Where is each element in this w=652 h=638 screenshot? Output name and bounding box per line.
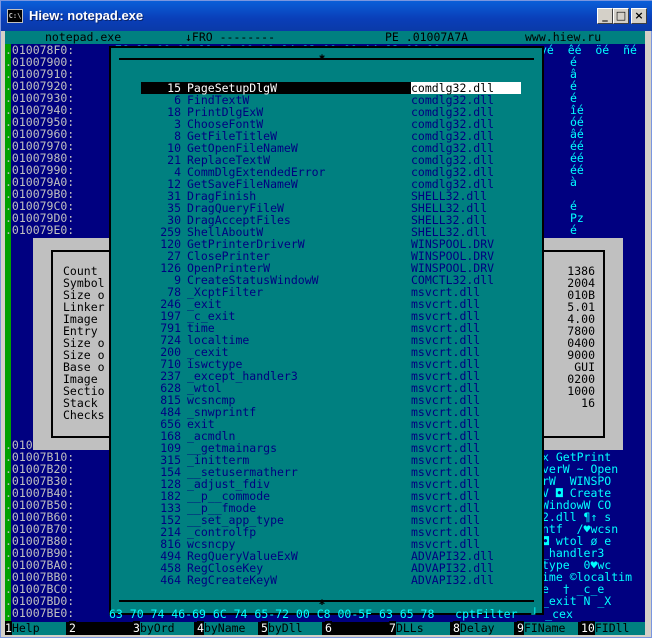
fkey-number: 5 [261,621,268,635]
fkey-number: 2 [69,621,76,635]
row-text: vé êé öé ñé [540,43,637,57]
fkey-label: byName [203,622,258,635]
import-name: _c_exit [187,309,236,323]
fkey-3[interactable]: 3byOrd [133,621,194,635]
import-row[interactable]: 464 RegCreateKeyW ADVAPI32.dll [141,574,521,586]
fkey-4[interactable]: 4byName [197,621,258,635]
fkey-number: 7 [389,621,396,635]
fkey-number: 8 [453,621,460,635]
fkey-number: 1 [5,621,12,635]
console-app-icon: C:\ [7,9,23,23]
import-name: RegCreateKeyW [187,573,278,587]
row-text: _exit N _X [542,594,612,608]
row-address: .010079E0: [5,223,75,237]
fkey-number: 9 [517,621,524,635]
maximize-button[interactable]: □ [613,8,629,24]
fkey-2[interactable]: 2 [69,621,130,635]
fkey-label: Help [11,622,66,635]
bottom-hex-row: 63 70 74 46-69 6C 74 65-72 00 C8 00-5F 6… [109,607,573,621]
info-label: Checks [63,408,105,422]
fkey-9[interactable]: 9FIName [517,621,578,635]
imports-dialog[interactable]: ✱ ✱ 15 PageSetupDlgW comdlg32.dll 6 FindText… [109,46,544,615]
fkey-label: FIDll [594,622,645,635]
row-address: .01007BE0: [5,606,75,620]
row-text: à [570,175,577,189]
import-dll: ADVAPI32.dll [411,573,495,587]
fkey-label: byDll [267,622,322,635]
fkey-label: FIName [523,622,578,635]
function-key-bar: 1Help 2 3byOrd 4byName 5byDll 6 7DLLs 8Delay 9FI… [5,621,645,635]
info-value: 16 [581,396,595,410]
fkey-5[interactable]: 5byDll [261,621,322,635]
fkey-label: DLLs [395,622,450,635]
minimize-button[interactable]: _ [597,8,613,24]
fkey-number: 6 [325,621,332,635]
fkey-8[interactable]: 8Delay [453,621,514,635]
fkey-label: Delay [459,622,514,635]
fkey-6[interactable]: 6 [325,621,386,635]
import-ordinal: 464 [160,573,181,587]
fkey-number: 4 [197,621,204,635]
hiew-window: C:\ Hiew: notepad.exe _ □ × notepad.exe … [0,0,652,638]
frame-top-marker: ✱ [319,52,326,63]
fkey-7[interactable]: 7DLLs [389,621,450,635]
fkey-10[interactable]: 10FIDll [581,621,645,635]
import-name: _snwprintf [187,405,257,419]
fkey-number: 3 [133,621,140,635]
close-button[interactable]: × [631,8,647,24]
fkey-label: byOrd [139,622,194,635]
fkey-1[interactable]: 1Help [5,621,66,635]
window-title: Hiew: notepad.exe [29,8,144,23]
title-bar: C:\ Hiew: notepad.exe _ □ × [1,1,652,31]
fkey-number: 10 [581,621,595,635]
console-area[interactable]: notepad.exe ↓FRO -------- PE .01007A7A w… [5,31,645,635]
